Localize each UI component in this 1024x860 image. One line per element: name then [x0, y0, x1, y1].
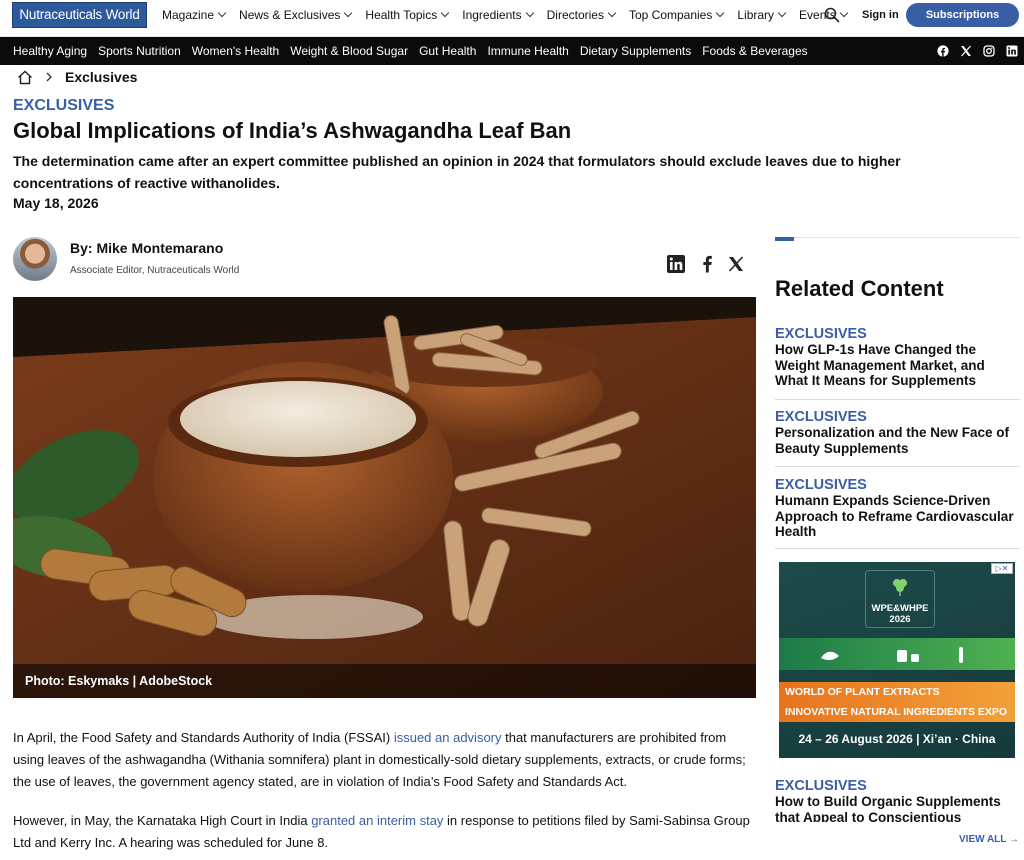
ad-orange-band: WORLD OF PLANT EXTRACTS INNOVATIVE NATURA… — [779, 682, 1015, 722]
author-byline[interactable]: By: Mike Montemarano — [70, 240, 223, 256]
article-paragraph-1: In April, the Food Safety and Standards … — [13, 727, 753, 793]
related-title[interactable]: Humann Expands Science-Driven Approach t… — [775, 493, 1020, 540]
nav-directories[interactable]: Directories — [546, 8, 617, 22]
nav-label: Library — [737, 8, 775, 22]
related-kicker[interactable]: EXCLUSIVES — [775, 409, 1020, 425]
related-item[interactable]: EXCLUSIVES Humann Expands Science-Driven… — [775, 477, 1020, 540]
ad-dates: 24 – 26 August 2026 | Xi’an · China — [798, 732, 996, 746]
nav-label: News & Exclusives — [239, 8, 341, 22]
home-icon[interactable] — [17, 70, 33, 85]
facebook-share-icon[interactable] — [701, 255, 713, 273]
article-dek: The determination came after an expert c… — [13, 153, 901, 191]
ad-choices-icon[interactable]: ▷✕ — [991, 563, 1013, 574]
related-item[interactable]: EXCLUSIVES Personalization and the New F… — [775, 409, 1020, 456]
linkedin-icon[interactable] — [1006, 45, 1018, 57]
interim-stay-link[interactable]: granted an interim stay — [311, 813, 443, 828]
social-links — [937, 37, 1018, 65]
sidebar-accent — [775, 237, 794, 241]
advertisement-banner[interactable]: ▷✕ WPE&WHPE 2026 WORLD OF PLANT EXTRACTS… — [779, 562, 1015, 758]
sidebar-divider — [775, 237, 1020, 238]
breadcrumb-current[interactable]: Exclusives — [65, 69, 137, 85]
chevron-down-icon — [716, 8, 725, 18]
image-caption: Photo: Eskymaks | AdobeStock — [13, 664, 756, 698]
chevron-down-icon — [525, 8, 534, 18]
related-item[interactable]: EXCLUSIVES How to Build Organic Suppleme… — [775, 778, 1020, 822]
ad-line-2: INNOVATIVE NATURAL INGREDIENTS EXPO — [785, 706, 1008, 718]
category-bar: Healthy Aging Sports Nutrition Women's H… — [0, 37, 1024, 65]
advisory-link[interactable]: issued an advisory — [394, 730, 502, 745]
main-nav: Magazine News & Exclusives Health Topics… — [162, 0, 848, 30]
related-divider — [775, 466, 1020, 467]
category-weight-blood-sugar[interactable]: Weight & Blood Sugar — [290, 44, 408, 58]
nav-label: Ingredients — [462, 8, 522, 22]
article-date: May 18, 2026 — [13, 195, 99, 211]
instagram-icon[interactable] — [983, 45, 995, 57]
paragraph-text: However, in May, the Karnataka High Cour… — [13, 813, 312, 828]
nav-health-topics[interactable]: Health Topics — [365, 8, 450, 22]
nav-label: Top Companies — [628, 8, 713, 22]
facebook-icon[interactable] — [937, 45, 949, 57]
share-buttons — [666, 254, 744, 274]
category-womens-health[interactable]: Women's Health — [192, 44, 279, 58]
related-kicker[interactable]: EXCLUSIVES — [775, 778, 1020, 794]
chevron-down-icon — [344, 8, 353, 18]
article-kicker[interactable]: EXCLUSIVES — [13, 97, 114, 115]
ad-product-icons — [821, 647, 963, 663]
related-title[interactable]: How to Build Organic Supplements that Ap… — [775, 794, 1020, 822]
category-immune-health[interactable]: Immune Health — [487, 44, 568, 58]
view-all-link[interactable]: VIEW ALL → — [959, 834, 1019, 845]
nav-label: Health Topics — [365, 8, 438, 22]
breadcrumb: Exclusives — [17, 66, 137, 88]
clover-icon — [893, 579, 907, 596]
x-share-icon[interactable] — [728, 256, 744, 272]
related-title[interactable]: How GLP-1s Have Changed the Weight Manag… — [775, 342, 1020, 389]
article-title: Global Implications of India’s Ashwagand… — [13, 118, 572, 143]
related-kicker[interactable]: EXCLUSIVES — [775, 477, 1020, 493]
chevron-down-icon — [607, 8, 617, 18]
ad-line-1: WORLD OF PLANT EXTRACTS — [785, 686, 940, 698]
related-item[interactable]: EXCLUSIVES How GLP-1s Have Changed the W… — [775, 326, 1020, 389]
nav-ingredients[interactable]: Ingredients — [462, 8, 534, 22]
sign-in-link[interactable]: Sign in — [862, 9, 899, 21]
category-list: Healthy Aging Sports Nutrition Women's H… — [13, 37, 808, 65]
chevron-down-icon — [217, 8, 227, 18]
category-dietary-supplements[interactable]: Dietary Supplements — [580, 44, 691, 58]
category-healthy-aging[interactable]: Healthy Aging — [13, 44, 87, 58]
nav-magazine[interactable]: Magazine — [162, 8, 227, 22]
nav-label: Magazine — [162, 8, 215, 22]
ashwagandha-photo — [13, 297, 756, 698]
chevron-right-icon — [46, 72, 52, 82]
nav-library[interactable]: Library — [737, 8, 787, 22]
category-gut-health[interactable]: Gut Health — [419, 44, 476, 58]
subscriptions-button[interactable]: Subscriptions — [906, 3, 1019, 27]
site-logo[interactable]: Nutraceuticals World — [12, 2, 147, 28]
nav-label: Directories — [546, 8, 604, 22]
article-paragraph-2: However, in May, the Karnataka High Cour… — [13, 810, 753, 854]
nav-news-exclusives[interactable]: News & Exclusives — [239, 8, 353, 22]
x-icon[interactable] — [960, 45, 972, 57]
chevron-down-icon — [440, 8, 450, 18]
hero-image[interactable]: Photo: Eskymaks | AdobeStock — [13, 297, 756, 698]
chevron-down-icon — [839, 8, 848, 18]
top-header: Nutraceuticals World Magazine News & Exc… — [0, 0, 1024, 37]
related-content-heading: Related Content — [775, 276, 944, 301]
nav-top-companies[interactable]: Top Companies — [628, 8, 725, 22]
chevron-down-icon — [777, 8, 787, 18]
author-avatar[interactable] — [13, 237, 57, 281]
related-kicker[interactable]: EXCLUSIVES — [775, 326, 1020, 342]
linkedin-share-icon[interactable] — [666, 254, 686, 274]
related-divider — [775, 399, 1020, 400]
search-icon[interactable] — [824, 7, 840, 23]
related-divider — [775, 548, 1020, 549]
author-role: Associate Editor, Nutraceuticals World — [70, 265, 240, 276]
category-sports-nutrition[interactable]: Sports Nutrition — [98, 44, 181, 58]
category-foods-beverages[interactable]: Foods & Beverages — [702, 44, 807, 58]
paragraph-text: In April, the Food Safety and Standards … — [13, 730, 394, 745]
related-title[interactable]: Personalization and the New Face of Beau… — [775, 425, 1020, 456]
